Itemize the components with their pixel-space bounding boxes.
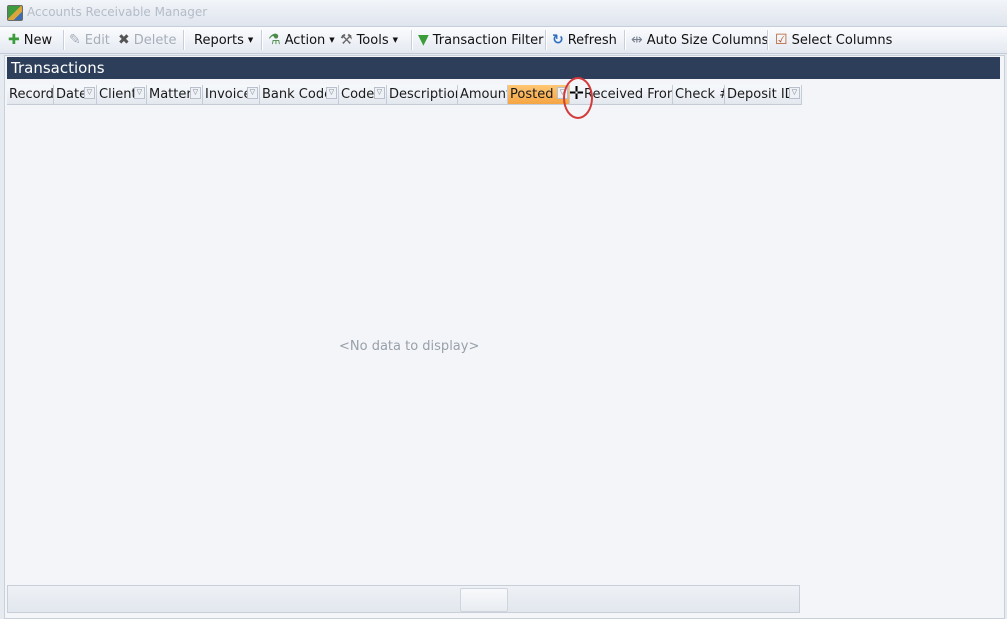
tools-label: Tools <box>356 32 389 48</box>
column-header-invoice[interactable]: Invoice ▽ <box>203 85 260 105</box>
auto-size-columns-button[interactable]: ⇹ Auto Size Columns <box>631 27 768 53</box>
grid-header-row: Record Date ▽ Client ▽ Matter ▽ Invoice … <box>7 85 802 105</box>
column-header-check-number[interactable]: Check # <box>673 85 725 105</box>
resize-columns-icon: ⇹ <box>631 32 643 48</box>
select-columns-button[interactable]: ☑ Select Columns <box>775 27 892 53</box>
column-header-deposit-id[interactable]: Deposit ID ▽ <box>725 85 802 105</box>
tools-menu-button[interactable]: ⚒ Tools ▼ <box>340 27 398 53</box>
column-header-matter[interactable]: Matter ▽ <box>147 85 203 105</box>
new-label: New <box>23 32 53 48</box>
pencil-icon: ✎ <box>69 32 81 48</box>
new-button[interactable]: ✚ New <box>8 27 52 53</box>
checklist-icon: ☑ <box>775 32 788 48</box>
toolbar: ✚ New ✎ Edit ✖ Delete Reports ▼ ⚗ Action… <box>0 27 1007 54</box>
chevron-down-icon: ▼ <box>392 36 398 44</box>
delete-button[interactable]: ✖ Delete <box>118 27 176 53</box>
resize-cursor-icon: ✛ <box>569 83 585 104</box>
select-columns-label: Select Columns <box>791 32 893 48</box>
edit-label: Edit <box>84 32 110 48</box>
title-bar: Accounts Receivable Manager <box>0 0 1007 27</box>
column-header-posted[interactable]: Posted ▽ <box>508 85 570 105</box>
horizontal-scrollbar[interactable] <box>7 585 800 613</box>
column-header-amount[interactable]: Amount <box>458 85 508 105</box>
refresh-label: Refresh <box>567 32 617 48</box>
app-icon <box>7 5 23 21</box>
panel-title: Transactions <box>7 57 1000 79</box>
delete-label: Delete <box>133 32 177 48</box>
transaction-filter-button[interactable]: ▼ Transaction Filter <box>418 27 543 53</box>
window-title: Accounts Receivable Manager <box>27 5 208 19</box>
column-header-record[interactable]: Record <box>7 85 54 105</box>
scrollbar-thumb[interactable] <box>460 588 508 612</box>
reports-label: Reports <box>194 32 244 48</box>
column-header-date[interactable]: Date ▽ <box>54 85 97 105</box>
reports-menu-button[interactable]: Reports ▼ <box>194 27 253 53</box>
filter-funnel-icon: ▼ <box>418 32 429 48</box>
filter-icon[interactable]: ▽ <box>134 87 145 99</box>
filter-icon[interactable]: ▽ <box>374 87 385 99</box>
action-menu-button[interactable]: ⚗ Action ▼ <box>268 27 335 53</box>
edit-button[interactable]: ✎ Edit <box>69 27 110 53</box>
filter-icon[interactable]: ▽ <box>190 87 201 99</box>
refresh-button[interactable]: ↻ Refresh <box>552 27 617 53</box>
filter-icon[interactable]: ▽ <box>789 87 800 99</box>
flask-icon: ⚗ <box>268 32 281 48</box>
delete-x-icon: ✖ <box>118 32 130 48</box>
refresh-icon: ↻ <box>552 32 564 48</box>
column-header-code[interactable]: Code ▽ <box>339 85 387 105</box>
column-header-client[interactable]: Client ▽ <box>97 85 147 105</box>
auto-size-label: Auto Size Columns <box>646 32 769 48</box>
transaction-filter-label: Transaction Filter <box>432 32 544 48</box>
chevron-down-icon: ▼ <box>329 36 335 44</box>
filter-icon[interactable]: ▽ <box>84 87 95 99</box>
column-header-description[interactable]: Description <box>387 85 458 105</box>
filter-icon[interactable]: ▽ <box>326 87 337 99</box>
transactions-panel: Transactions Record Date ▽ Client ▽ Matt… <box>4 55 1005 619</box>
empty-grid-message: <No data to display> <box>339 339 480 354</box>
action-label: Action <box>284 32 326 48</box>
chevron-down-icon: ▼ <box>247 36 254 44</box>
tools-icon: ⚒ <box>340 32 353 48</box>
column-header-bank-code[interactable]: Bank Code ▽ <box>260 85 339 105</box>
filter-icon[interactable]: ▽ <box>247 87 258 99</box>
plus-icon: ✚ <box>8 32 20 48</box>
